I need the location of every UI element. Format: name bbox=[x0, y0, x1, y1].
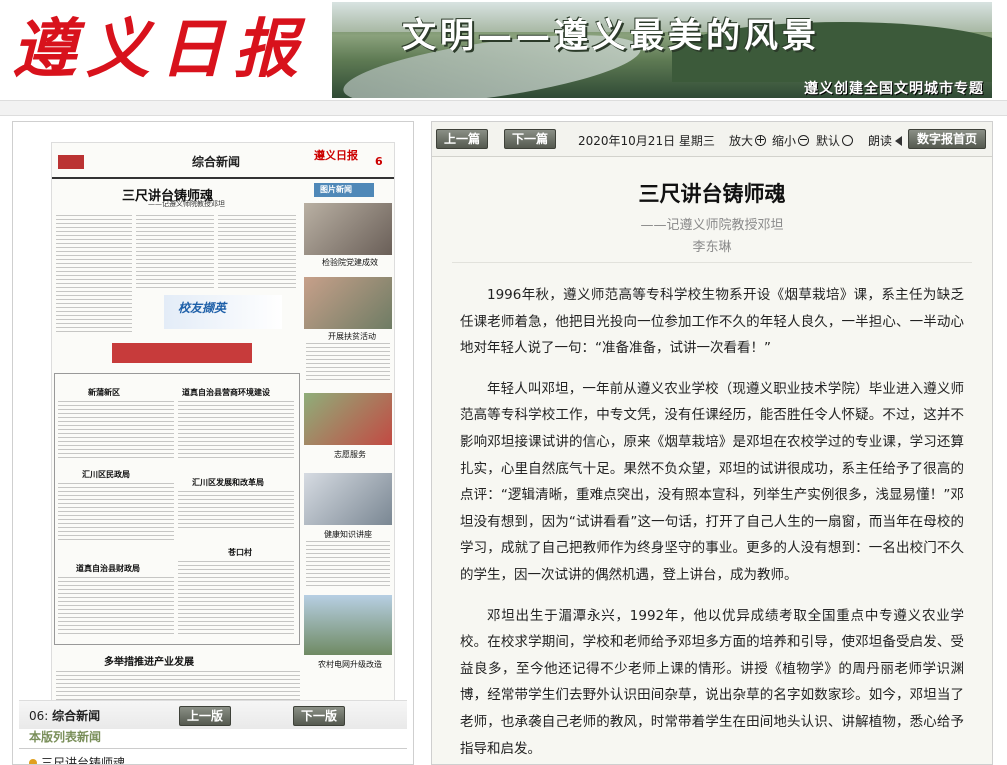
thumbnail-masthead: 综合新闻 遵义日报 6 bbox=[52, 145, 394, 179]
article-subtitle: ——记遵义师院教授邓坦 bbox=[640, 218, 784, 233]
article-body: 1996年秋，遵义师范高等专科学校生物系开设《烟草栽培》课，系主任为缺乏任课老师… bbox=[460, 282, 964, 764]
minus-circle-icon bbox=[798, 135, 810, 146]
thumbnail-photo[interactable] bbox=[304, 473, 392, 525]
thumbnail-text-column bbox=[58, 483, 174, 543]
page-nav-bar: 06: 综合新闻 上一版 下一版 bbox=[19, 700, 407, 729]
zoom-default-button[interactable]: 默认 bbox=[816, 132, 854, 149]
thumbnail-photo-caption: 开展扶贫活动 bbox=[328, 332, 376, 341]
article-paragraph: 邓坦出生于湄潭永兴，1992年，他以优异成绩考取全国重点中专遵义农业学校。在校求… bbox=[460, 607, 964, 757]
list-item[interactable]: 三尺讲台铸师魂 bbox=[29, 754, 126, 765]
digital-home-button[interactable]: 数字报首页 bbox=[908, 129, 986, 149]
thumbnail-text-column bbox=[178, 491, 294, 531]
prev-article-button[interactable]: 上一篇 bbox=[436, 129, 488, 149]
issue-date: 2020年10月21日 星期三 bbox=[578, 134, 715, 148]
thumbnail-subhead: 苍口村 bbox=[228, 547, 252, 557]
thumbnail-photo[interactable] bbox=[304, 277, 392, 329]
thumbnail-text-column bbox=[218, 215, 296, 291]
page-number: 06: bbox=[29, 709, 49, 723]
list-item-label: 三尺讲台铸师魂 bbox=[41, 756, 126, 765]
thumbnail-text-column bbox=[178, 401, 294, 461]
thumbnail-page-no: 6 bbox=[375, 155, 383, 168]
thumbnail-text-column bbox=[306, 541, 390, 587]
prev-page-button[interactable]: 上一版 bbox=[179, 706, 231, 726]
thumbnail-text-column bbox=[56, 215, 132, 335]
page-thumbnail[interactable]: 综合新闻 遵义日报 6 三尺讲台铸师魂 ——记遵义师院教授邓坦 图片新闻 校友撷… bbox=[51, 142, 395, 720]
list-divider bbox=[19, 748, 407, 749]
ad-text: 校友撷英 bbox=[178, 301, 227, 315]
thumbnail-subhead: 汇川区发展和改革局 bbox=[192, 477, 264, 487]
thumbnail-photo-caption: 检验院党建成效 bbox=[322, 258, 378, 267]
read-aloud-button[interactable]: 朗读 bbox=[868, 132, 903, 149]
thumbnail-subhead: 新蒲新区 bbox=[88, 387, 120, 397]
banner-title: 文明——遵义最美的风景 bbox=[402, 16, 820, 56]
thumbnail-subhead: 道真自治县财政局 bbox=[76, 563, 140, 573]
thumbnail-subhead: 汇川区民政局 bbox=[82, 469, 130, 479]
banner-subtitle: 遵义创建全国文明城市专题 bbox=[804, 81, 984, 97]
thumbnail-subhead: 道真自治县营商环境建设 bbox=[182, 387, 270, 397]
thumbnail-section: 综合新闻 bbox=[192, 155, 241, 169]
header-divider bbox=[0, 100, 1007, 116]
article-paragraph: 年轻人叫邓坦，一年前从遵义农业学校（现遵义职业技术学院）毕业进入遵义师范高等专科… bbox=[460, 380, 964, 583]
zoom-default-label: 默认 bbox=[816, 134, 841, 148]
read-aloud-label: 朗读 bbox=[868, 134, 893, 148]
article-divider bbox=[452, 262, 972, 263]
thumbnail-ad: 校友撷英 bbox=[164, 295, 282, 329]
thumbnail-photo[interactable] bbox=[304, 595, 392, 655]
plus-circle-icon bbox=[755, 135, 767, 146]
bullet-icon bbox=[29, 759, 37, 764]
thumbnail-brand: 遵义日报 bbox=[314, 149, 358, 162]
zoom-out-button[interactable]: 缩小 bbox=[772, 132, 810, 149]
thumbnail-text-column bbox=[58, 577, 174, 637]
next-article-button[interactable]: 下一篇 bbox=[504, 129, 556, 149]
circle-icon bbox=[842, 135, 854, 146]
pic-news-text: 图片新闻 bbox=[320, 185, 352, 194]
thumbnail-photo[interactable] bbox=[304, 393, 392, 445]
zoom-in-label: 放大 bbox=[729, 134, 754, 148]
building-icon bbox=[58, 155, 84, 169]
page-article-list-title: 本版列表新闻 bbox=[29, 730, 102, 744]
zoom-in-button[interactable]: 放大 bbox=[729, 132, 767, 149]
thumbnail-photo-caption: 农村电网升级改造 bbox=[318, 660, 382, 669]
zoom-out-label: 缩小 bbox=[772, 134, 797, 148]
thumbnail-text-column bbox=[136, 215, 214, 291]
article-toolbar: 上一篇 下一篇 2020年10月21日 星期三 放大 缩小 默认 朗读 数字报首… bbox=[432, 122, 992, 157]
article-paragraph: 1996年秋，遵义师范高等专科学校生物系开设《烟草栽培》课，系主任为缺乏任课老师… bbox=[460, 287, 964, 357]
speaker-icon bbox=[895, 136, 903, 146]
header-banner: 文明——遵义最美的风景 遵义创建全国文明城市专题 bbox=[332, 2, 992, 98]
article-title: 三尺讲台铸师魂 bbox=[638, 182, 786, 206]
newspaper-logo[interactable]: 遵义日报 bbox=[0, 0, 332, 100]
page-preview-panel: 综合新闻 遵义日报 6 三尺讲台铸师魂 ——记遵义师院教授邓坦 图片新闻 校友撷… bbox=[12, 121, 414, 765]
page-name: 综合新闻 bbox=[52, 709, 101, 723]
thumbnail-text-column bbox=[306, 343, 390, 383]
current-page-label: 06: 综合新闻 bbox=[29, 707, 100, 724]
next-page-button[interactable]: 下一版 bbox=[293, 706, 345, 726]
thumbnail-photo-caption: 健康知识讲座 bbox=[324, 530, 372, 539]
article-author: 李东琳 bbox=[692, 240, 732, 255]
thumbnail-text-column bbox=[178, 561, 294, 637]
thumbnail-text-column bbox=[58, 401, 174, 461]
thumbnail-red-banner bbox=[112, 343, 252, 363]
article-panel: 上一篇 下一篇 2020年10月21日 星期三 放大 缩小 默认 朗读 数字报首… bbox=[431, 121, 993, 765]
thumbnail-subheadline: ——记遵义师院教授邓坦 bbox=[148, 200, 225, 208]
thumbnail-pic-news-label: 图片新闻 bbox=[314, 183, 374, 197]
logo-text: 遵义日报 bbox=[12, 12, 308, 87]
thumbnail-photo[interactable] bbox=[304, 203, 392, 255]
thumbnail-subhead: 多举措推进产业发展 bbox=[104, 657, 194, 668]
thumbnail-photo-caption: 志愿服务 bbox=[334, 450, 366, 459]
